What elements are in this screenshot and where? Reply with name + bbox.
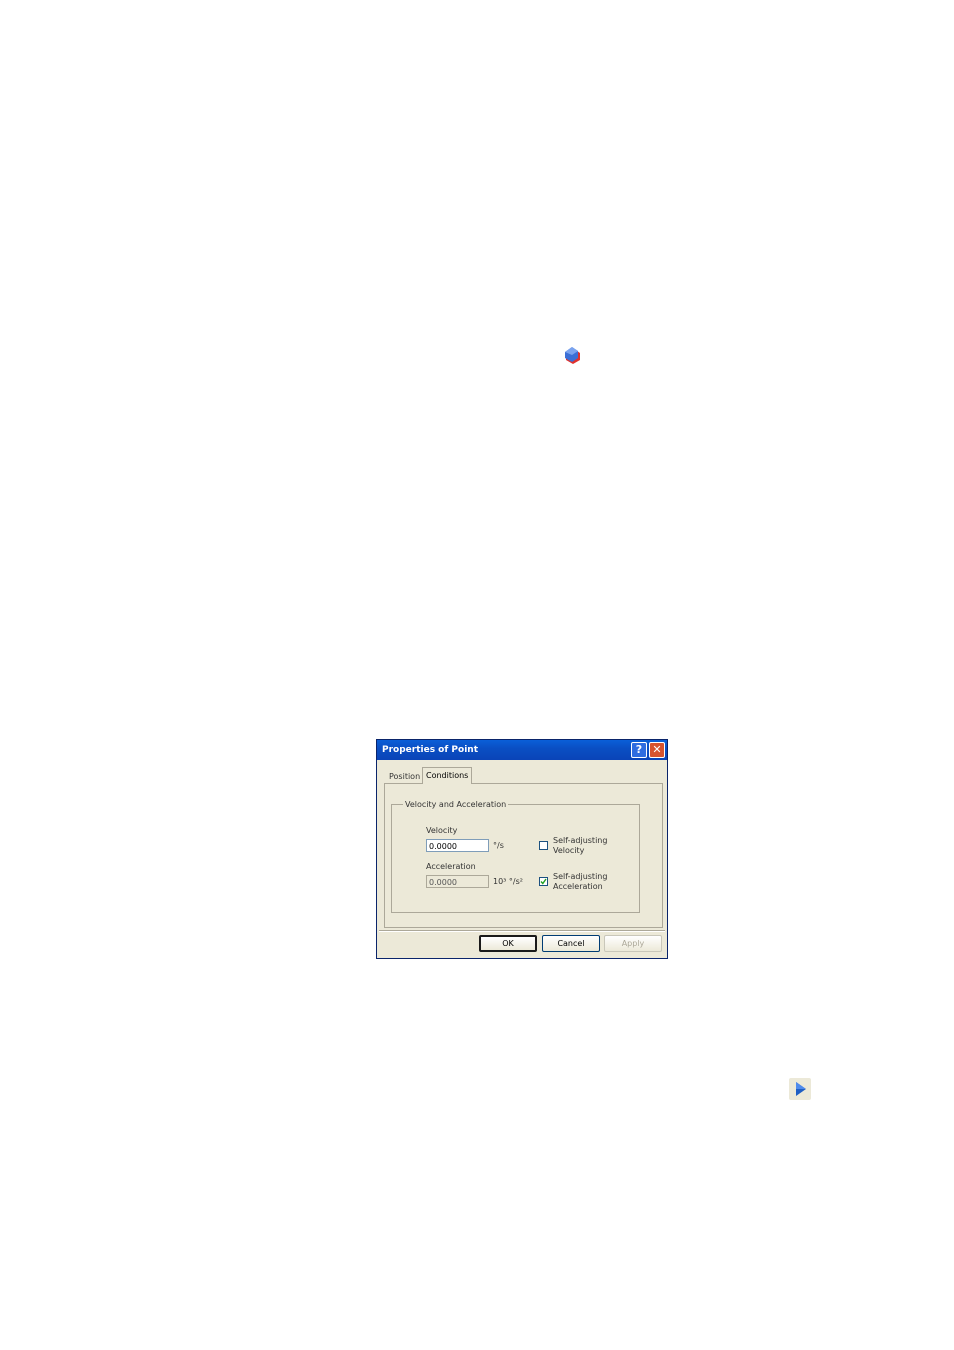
self-adjusting-acceleration-label-line1: Self-adjusting (553, 872, 608, 881)
tab-position[interactable]: Position (386, 769, 423, 783)
checkmark-icon (540, 878, 547, 885)
self-adjusting-velocity-label: Self-adjusting Velocity (553, 836, 607, 856)
velocity-label: Velocity (426, 826, 458, 835)
dialog-titlebar[interactable]: Properties of Point ? ✕ (377, 740, 667, 760)
close-button[interactable]: ✕ (649, 742, 665, 758)
properties-of-point-dialog: Properties of Point ? ✕ Position Conditi… (376, 739, 668, 959)
cancel-button[interactable]: Cancel (542, 935, 600, 952)
self-adjusting-velocity-checkbox[interactable] (539, 841, 548, 850)
self-adjusting-acceleration-label-line2: Acceleration (553, 882, 603, 891)
play-arrow-icon[interactable] (789, 1078, 811, 1100)
velocity-unit: °/s (493, 841, 504, 850)
self-adjusting-velocity-label-line2: Velocity (553, 846, 585, 855)
velocity-input[interactable] (426, 839, 489, 852)
tab-conditions[interactable]: Conditions (422, 767, 473, 784)
self-adjusting-acceleration-label: Self-adjusting Acceleration (553, 872, 607, 892)
button-separator (379, 930, 665, 932)
group-title: Velocity and Acceleration (403, 800, 509, 809)
ok-button[interactable]: OK (479, 935, 537, 952)
acceleration-unit: 10³ °/s² (493, 877, 523, 886)
shape-selection-icon[interactable] (562, 345, 584, 367)
acceleration-input (426, 875, 489, 888)
apply-button[interactable]: Apply (604, 935, 662, 952)
self-adjusting-acceleration-checkbox[interactable] (539, 877, 548, 886)
dialog-title: Properties of Point (382, 745, 478, 755)
help-button[interactable]: ? (631, 742, 647, 758)
self-adjusting-velocity-label-line1: Self-adjusting (553, 836, 608, 845)
velocity-acceleration-group (391, 804, 640, 913)
acceleration-label: Acceleration (426, 862, 476, 871)
